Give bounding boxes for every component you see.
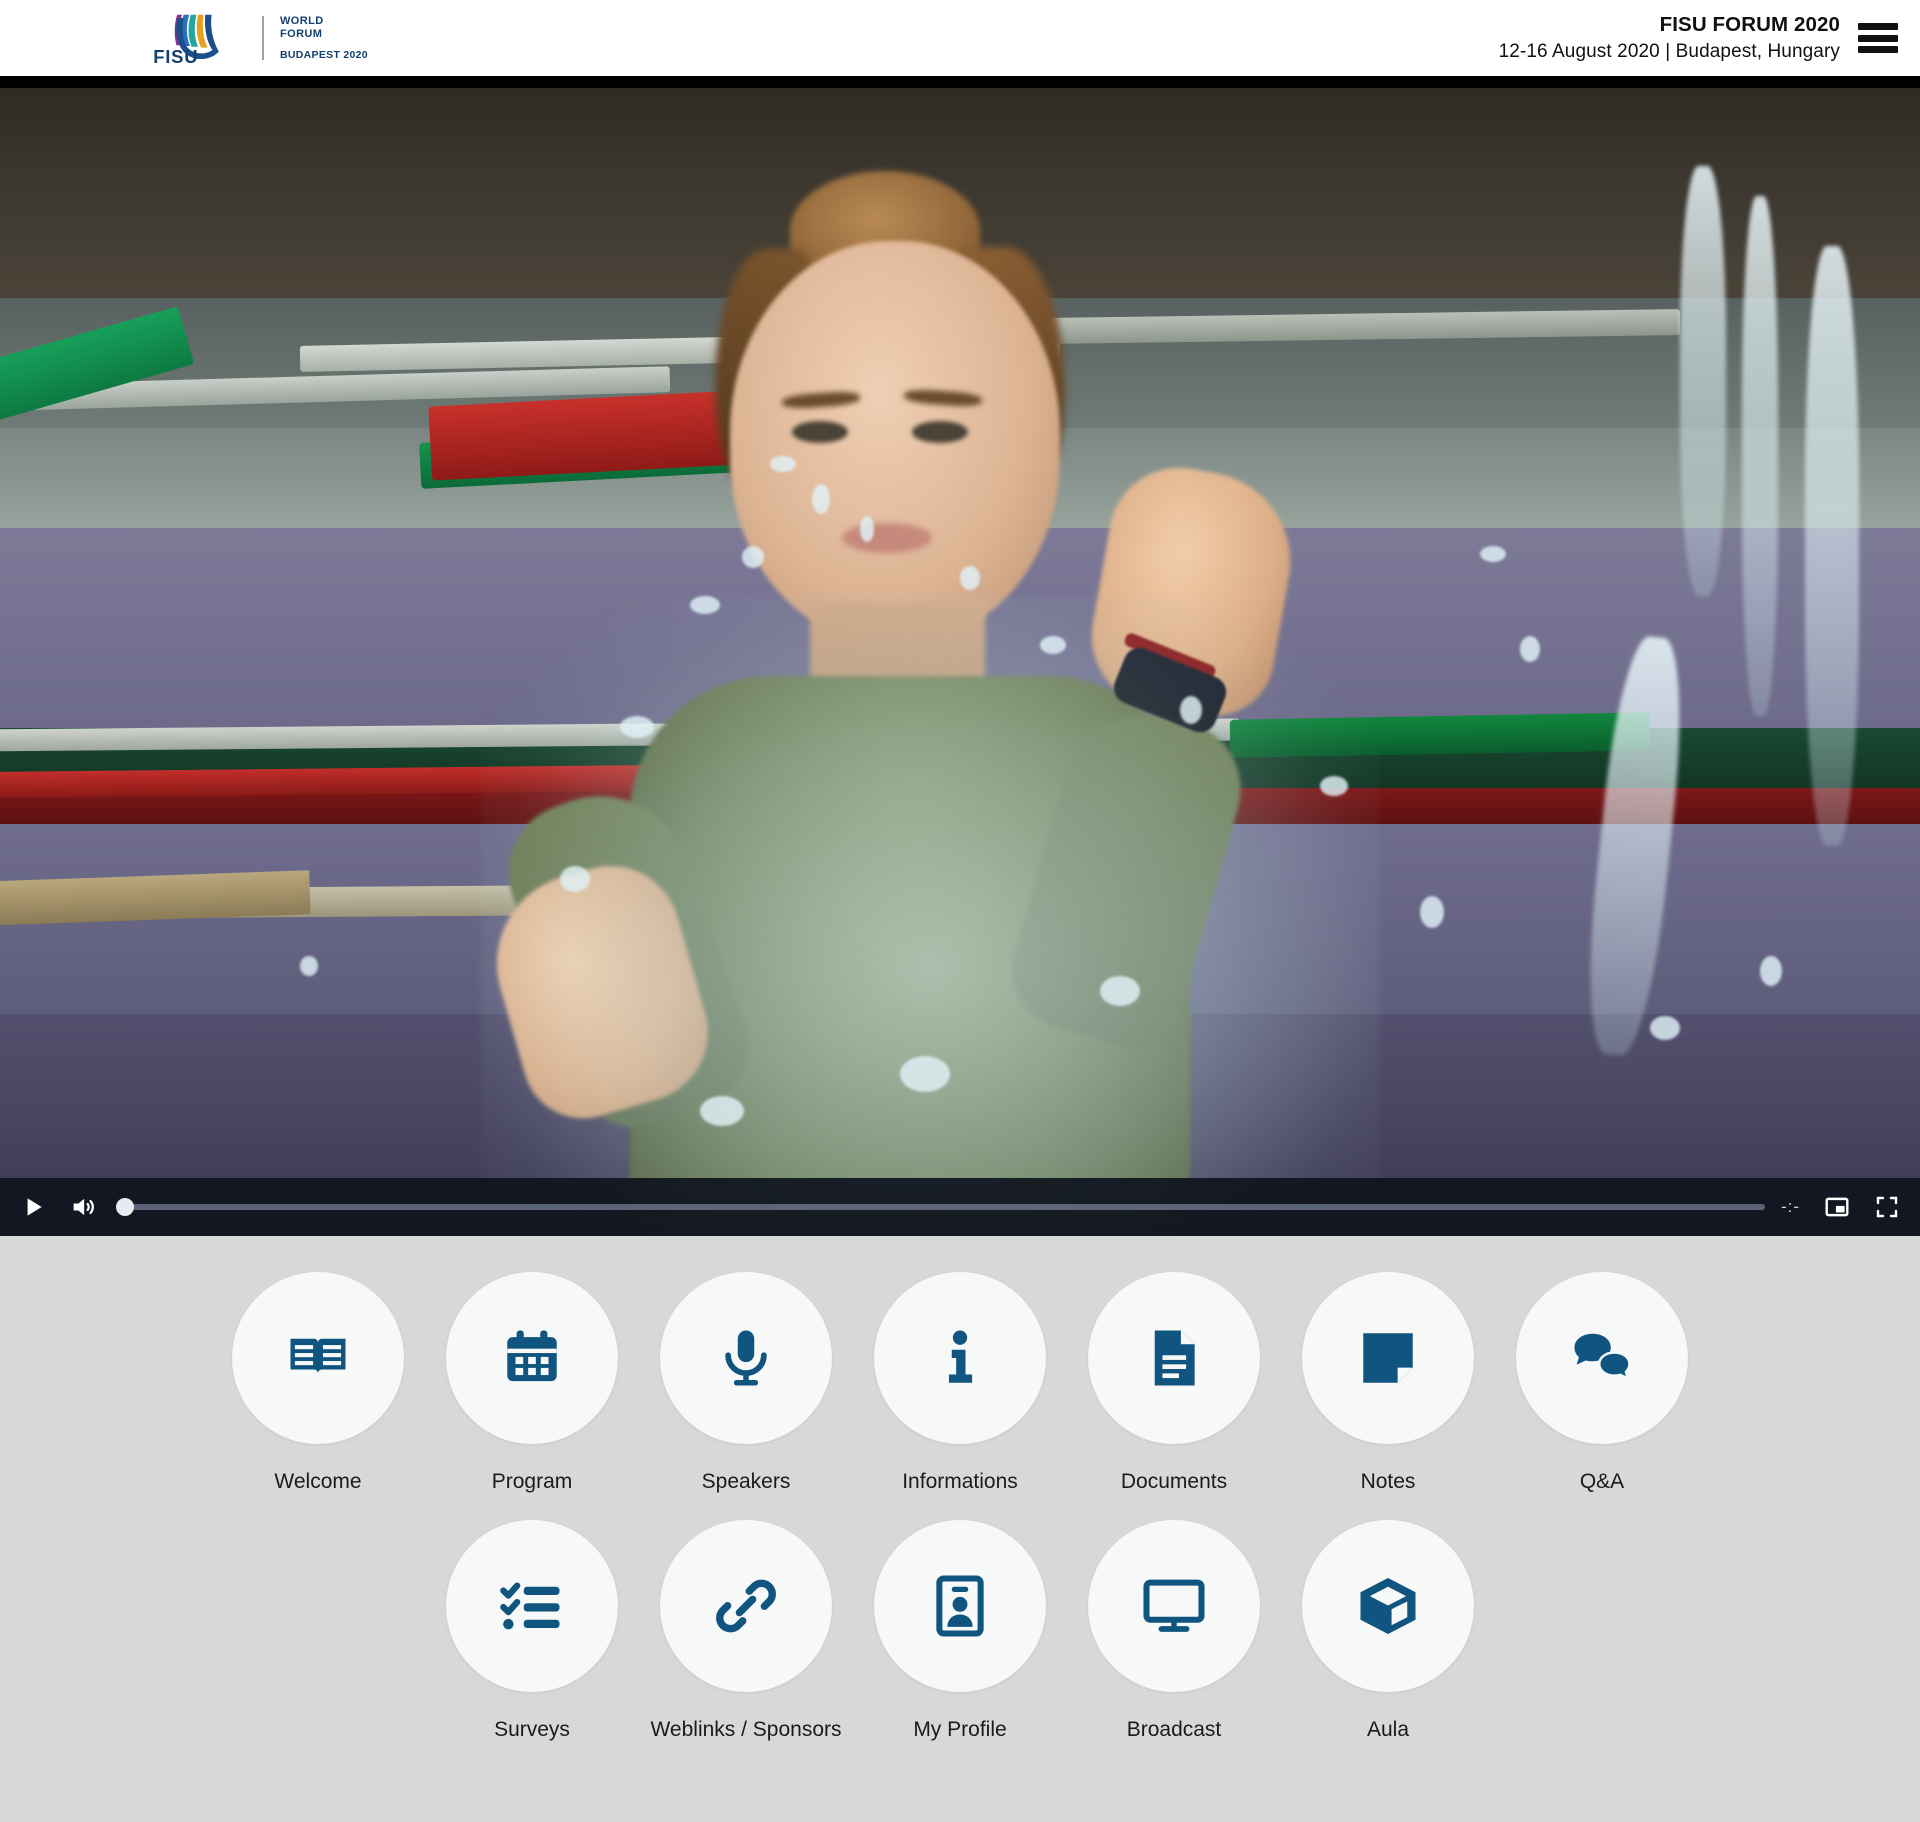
video-controls-bar: -:- [0, 1178, 1920, 1236]
app-tile-program[interactable]: Program [446, 1272, 618, 1494]
cube-icon [1360, 1577, 1416, 1635]
picture-in-picture-icon[interactable] [1820, 1190, 1854, 1224]
microphone-icon [725, 1330, 767, 1386]
app-grid-row-2: Surveys Weblinks / Sponsors My Profile B… [0, 1520, 1920, 1742]
app-tile-documents[interactable]: Documents [1088, 1272, 1260, 1494]
svg-text:FISU: FISU [153, 46, 198, 66]
document-icon [1154, 1330, 1195, 1386]
app-tile-speakers[interactable]: Speakers [660, 1272, 832, 1494]
video-letterbox-top [0, 76, 1920, 88]
app-shortcut-grid: Welcome Program Speakers Informations Do… [0, 1236, 1920, 1822]
app-tile-circle[interactable] [446, 1272, 618, 1444]
app-tile-informations[interactable]: Informations [874, 1272, 1046, 1494]
hamburger-menu-icon[interactable] [1858, 20, 1898, 56]
brand-text: WORLD FORUM BUDAPEST 2020 [280, 15, 368, 61]
app-tile-circle[interactable] [232, 1272, 404, 1444]
conference-video-player[interactable]: -:- [0, 76, 1920, 1236]
sticky-note-icon [1363, 1333, 1413, 1383]
video-frame [0, 76, 1920, 1236]
app-tile-surveys[interactable]: Surveys [446, 1520, 618, 1742]
play-icon[interactable] [16, 1190, 50, 1224]
app-tile-circle[interactable] [1088, 1272, 1260, 1444]
app-tile-label: My Profile [913, 1718, 1007, 1741]
brand-block[interactable]: FISU WORLD FORUM BUDAPEST 2020 [150, 10, 368, 66]
monitor-icon [1143, 1579, 1205, 1632]
fisu-logo-icon: FISU [153, 14, 219, 66]
app-tile-circle[interactable] [1302, 1520, 1474, 1692]
brand-line-1: WORLD [280, 15, 324, 28]
volume-icon[interactable] [66, 1190, 100, 1224]
app-tile-notes[interactable]: Notes [1302, 1272, 1474, 1494]
app-tile-label: Speakers [701, 1470, 791, 1493]
app-header: FISU WORLD FORUM BUDAPEST 2020 FISU FORU… [0, 0, 1920, 76]
app-tile-circle[interactable] [1516, 1272, 1688, 1444]
event-title: FISU FORUM 2020 [1659, 13, 1840, 37]
open-book-icon [290, 1338, 346, 1374]
app-tile-circle[interactable] [874, 1272, 1046, 1444]
app-tile-label: Q&A [1579, 1470, 1625, 1493]
checklist-icon [500, 1582, 560, 1630]
header-right: FISU FORUM 2020 12-16 August 2020 | Buda… [1499, 11, 1898, 64]
app-tile-label: Aula [1366, 1718, 1410, 1741]
brand-line-3: BUDAPEST 2020 [280, 48, 368, 61]
app-tile-aula[interactable]: Aula [1302, 1520, 1474, 1742]
id-card-icon [936, 1575, 984, 1637]
video-progress-bar[interactable] [116, 1190, 1765, 1224]
brand-line-2: FORUM [280, 27, 323, 40]
fullscreen-icon[interactable] [1870, 1190, 1904, 1224]
app-tile-circle[interactable] [660, 1272, 832, 1444]
app-grid-row-1: Welcome Program Speakers Informations Do… [0, 1272, 1920, 1494]
progress-handle[interactable] [116, 1198, 134, 1216]
app-tile-label: Documents [1120, 1470, 1228, 1493]
header-titles: FISU FORUM 2020 12-16 August 2020 | Buda… [1499, 11, 1840, 64]
calendar-icon [507, 1330, 557, 1382]
chain-link-icon [716, 1579, 776, 1633]
app-tile-label: Program [491, 1470, 573, 1493]
app-tile-circle[interactable] [1302, 1272, 1474, 1444]
app-tile-circle[interactable] [874, 1520, 1046, 1692]
app-tile-weblinks-sponsors[interactable]: Weblinks / Sponsors [650, 1520, 842, 1742]
app-tile-circle[interactable] [660, 1520, 832, 1692]
app-tile-label: Informations [902, 1470, 1018, 1493]
brand-divider [262, 16, 264, 60]
app-tile-circle[interactable] [1088, 1520, 1260, 1692]
app-tile-label: Broadcast [1126, 1718, 1222, 1741]
app-tile-label: Weblinks / Sponsors [650, 1718, 842, 1741]
app-tile-label: Notes [1360, 1470, 1416, 1493]
app-tile-qa[interactable]: Q&A [1516, 1272, 1688, 1494]
app-tile-welcome[interactable]: Welcome [232, 1272, 404, 1494]
app-tile-label: Welcome [274, 1470, 362, 1493]
app-tile-broadcast[interactable]: Broadcast [1088, 1520, 1260, 1742]
video-time-display: -:- [1780, 1197, 1800, 1216]
info-icon [949, 1330, 973, 1383]
app-tile-circle[interactable] [446, 1520, 618, 1692]
chat-bubbles-icon [1574, 1333, 1631, 1381]
app-tile-label: Surveys [494, 1718, 570, 1741]
progress-track [116, 1204, 1765, 1210]
event-meta: 12-16 August 2020 | Budapest, Hungary [1498, 41, 1840, 63]
app-tile-my-profile[interactable]: My Profile [874, 1520, 1046, 1742]
